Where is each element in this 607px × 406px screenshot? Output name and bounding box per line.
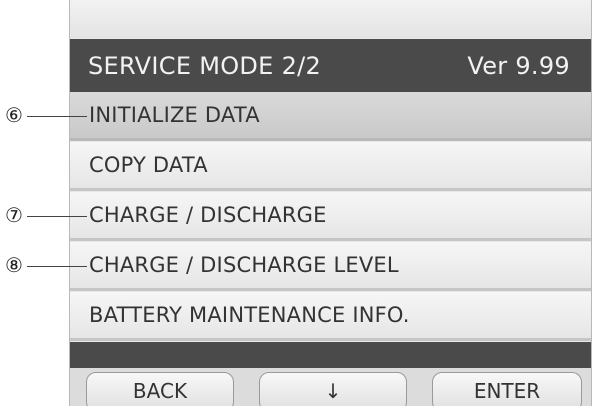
softkey-row: BACK ↓ ENTER — [70, 368, 591, 406]
down-arrow-icon: ↓ — [324, 379, 342, 403]
enter-button[interactable]: ENTER — [432, 372, 582, 406]
menu-item-battery-maintenance-info[interactable]: BATTERY MAINTENANCE INFO. — [70, 292, 591, 341]
menu-item-label: COPY DATA — [89, 153, 208, 177]
menu-item-initialize-data[interactable]: INITIALIZE DATA — [70, 92, 591, 141]
page-title: SERVICE MODE 2/2 — [88, 52, 322, 80]
enter-button-label: ENTER — [473, 379, 541, 403]
callout-number: ⑥ — [5, 103, 23, 127]
callout-number: ⑧ — [5, 253, 23, 277]
callout-7: ⑦ — [5, 203, 87, 228]
callout-leader-line — [27, 216, 87, 217]
callout-6: ⑥ — [5, 103, 87, 128]
version-label: Ver 9.99 — [467, 52, 570, 80]
back-button-label: BACK — [132, 379, 188, 403]
menu-item-label: CHARGE / DISCHARGE LEVEL — [89, 253, 399, 277]
menu-item-label: INITIALIZE DATA — [89, 103, 260, 127]
down-arrow-button[interactable]: ↓ — [259, 372, 407, 406]
menu-item-label: BATTERY MAINTENANCE INFO. — [89, 303, 410, 327]
callout-8: ⑧ — [5, 253, 87, 278]
menu-item-copy-data[interactable]: COPY DATA — [70, 142, 591, 191]
menu-item-charge-discharge[interactable]: CHARGE / DISCHARGE — [70, 192, 591, 241]
menu-item-label: CHARGE / DISCHARGE — [89, 203, 327, 227]
display-screen: SERVICE MODE 2/2 Ver 9.99 INITIALIZE DAT… — [69, 0, 592, 406]
menu-item-charge-discharge-level[interactable]: CHARGE / DISCHARGE LEVEL — [70, 242, 591, 291]
callout-leader-line — [27, 116, 87, 117]
callout-leader-line — [27, 266, 87, 267]
footer-bar — [70, 342, 591, 368]
back-button[interactable]: BACK — [86, 372, 234, 406]
callout-number: ⑦ — [5, 203, 23, 227]
top-strip — [70, 0, 591, 38]
header-bar: SERVICE MODE 2/2 Ver 9.99 — [70, 39, 591, 92]
